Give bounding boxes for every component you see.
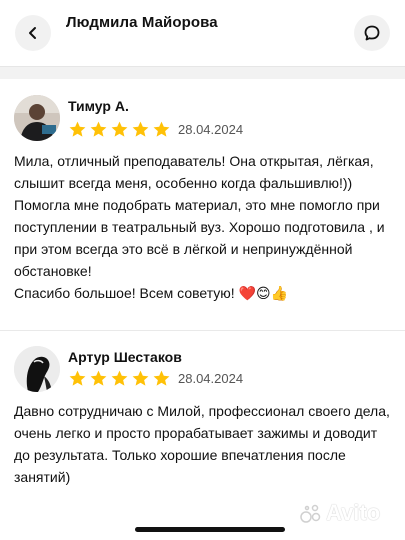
- watermark-text: Avito: [326, 500, 381, 525]
- avito-logo-icon: [300, 504, 321, 523]
- review-paragraph: Спасибо большое! Всем советую! ❤️😊👍: [14, 285, 289, 301]
- avatar[interactable]: [14, 95, 60, 141]
- avito-watermark: Avito: [300, 500, 380, 526]
- review-paragraph: Помогла мне подобрать материал, это мне …: [14, 197, 385, 279]
- chat-button[interactable]: [354, 15, 390, 51]
- review-separator: [0, 330, 405, 331]
- star-icon: [90, 370, 107, 386]
- star-icon: [153, 370, 170, 386]
- rating-stars: [68, 369, 171, 388]
- page-title: Людмила Майорова: [66, 14, 218, 31]
- star-icon: [69, 121, 86, 137]
- home-indicator[interactable]: [135, 527, 285, 532]
- review-text: Давно сотрудничаю с Милой, профессионал …: [14, 400, 394, 488]
- review-text: Мила, отличный преподаватель! Она открыт…: [14, 150, 394, 304]
- review-author[interactable]: Тимур А.: [68, 98, 129, 114]
- review-author[interactable]: Артур Шестаков: [68, 349, 182, 365]
- review-paragraph: Давно сотрудничаю с Милой, профессионал …: [14, 403, 390, 485]
- back-button[interactable]: [15, 15, 51, 51]
- star-icon: [153, 121, 170, 137]
- star-icon: [111, 370, 128, 386]
- chat-bubble-icon: [364, 25, 380, 41]
- star-icon: [69, 370, 86, 386]
- app-header: Людмила Майорова: [0, 0, 405, 66]
- review-date: 28.04.2024: [178, 371, 244, 386]
- chevron-left-icon: [29, 27, 36, 39]
- header-divider: [0, 66, 405, 79]
- review-paragraph: Мила, отличный преподаватель! Она открыт…: [14, 153, 374, 191]
- avatar[interactable]: [14, 346, 60, 392]
- star-icon: [132, 121, 149, 137]
- rating-stars: [68, 120, 171, 139]
- star-icon: [90, 121, 107, 137]
- star-icon: [111, 121, 128, 137]
- star-icon: [132, 370, 149, 386]
- review-date: 28.04.2024: [178, 122, 244, 137]
